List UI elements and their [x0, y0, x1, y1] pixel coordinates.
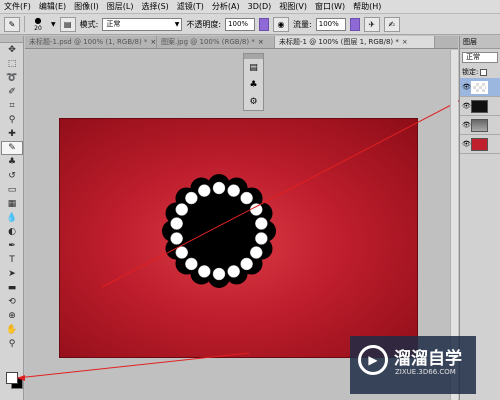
layer-row[interactable]: 👁 [460, 116, 500, 135]
eye-icon[interactable]: 👁 [462, 102, 471, 110]
brush-tool-icon[interactable]: ✎ [1, 141, 23, 155]
brush-tool-preset-icon[interactable]: ✎ [4, 16, 20, 32]
floating-panel: ▤ ♣ ⚙ [243, 53, 264, 111]
eye-icon[interactable]: 👁 [462, 121, 471, 129]
watermark-logo: ▶ 溜溜自学 ZIXUE.3D66.COM [350, 336, 476, 394]
document-tab-active[interactable]: 未标题-1 @ 100% (图层 1, RGB/8) * × [275, 36, 435, 48]
layer-thumbnail [471, 137, 488, 151]
document-tab-label: 未标题-1 @ 100% (图层 1, RGB/8) * [279, 38, 399, 46]
close-icon[interactable]: × [150, 36, 156, 48]
opacity-label: 不透明度: [186, 19, 222, 29]
close-icon[interactable]: × [258, 36, 264, 48]
menu-bar: 文件(F) 编辑(E) 图像(I) 图层(L) 选择(S) 滤镜(T) 分析(A… [0, 0, 500, 14]
divider [24, 16, 25, 32]
eye-icon[interactable]: 👁 [462, 140, 471, 148]
menu-help[interactable]: 帮助(H) [349, 0, 385, 14]
eyedropper-tool-icon[interactable]: ⚲ [1, 113, 23, 127]
lasso-tool-icon[interactable]: ➰ [1, 71, 23, 85]
lock-label: 锁定: [462, 68, 479, 76]
opacity-input[interactable]: 100% [225, 17, 256, 31]
foreground-color-swatch[interactable] [6, 372, 18, 384]
airbrush-icon[interactable]: ✈ [363, 16, 380, 32]
type-tool-icon[interactable]: T [1, 253, 23, 267]
pressure-opacity-icon[interactable]: ◉ [273, 16, 290, 32]
layer-row[interactable]: 👁 [460, 135, 500, 154]
brush-size-picker[interactable]: ● 20 [29, 15, 47, 32]
menu-analysis[interactable]: 分析(A) [208, 0, 244, 14]
hand-tool-icon[interactable]: ✋ [1, 323, 23, 337]
brush-presets-icon[interactable]: ▤ [244, 59, 263, 76]
mode-value: 正常 [106, 19, 121, 28]
opacity-slider-toggle[interactable] [259, 17, 270, 31]
play-icon: ▶ [358, 345, 388, 375]
flow-slider-toggle[interactable] [349, 17, 360, 31]
watermark-url: ZIXUE.3D66.COM [395, 368, 456, 376]
menu-window[interactable]: 窗口(W) [311, 0, 349, 14]
quick-select-tool-icon[interactable]: ✐ [1, 85, 23, 99]
document-tab-label: 未标题-1.psd @ 100% (1, RGB/8) * [29, 38, 148, 46]
clone-source-icon[interactable]: ♣ [244, 76, 263, 93]
menu-3d[interactable]: 3D(D) [244, 0, 276, 14]
history-brush-tool-icon[interactable]: ↺ [1, 169, 23, 183]
menu-select[interactable]: 选择(S) [137, 0, 172, 14]
close-icon[interactable]: × [402, 36, 408, 48]
document-tabs: 未标题-1.psd @ 100% (1, RGB/8) * × 图案.jpg @… [25, 36, 458, 49]
path-select-tool-icon[interactable]: ➤ [1, 267, 23, 281]
lock-row: 锁定: [460, 66, 500, 78]
mode-select[interactable]: 正常 ▼ [102, 17, 183, 31]
layer-thumbnail [471, 118, 488, 132]
menu-filter[interactable]: 滤镜(T) [173, 0, 208, 14]
menu-edit[interactable]: 编辑(E) [35, 0, 70, 14]
move-tool-icon[interactable]: ✥ [1, 43, 23, 57]
options-bar: ✎ ● 20 ▼ ▤ 模式: 正常 ▼ 不透明度: 100% ◉ 流量: 100… [0, 14, 500, 35]
toolbox: ✥ ⬚ ➰ ✐ ⌗ ⚲ ✚ ✎ ♣ ↺ ▭ ▦ 💧 ◐ ✒ T ➤ ▬ ⟲ ⊕ … [0, 36, 24, 400]
menu-file[interactable]: 文件(F) [0, 0, 35, 14]
layers-tab[interactable]: 图层 [460, 36, 500, 49]
menu-layer[interactable]: 图层(L) [103, 0, 138, 14]
brush-dot-icon: ● [34, 15, 42, 25]
watermark-title: 溜溜自学 [394, 349, 462, 369]
zoom-tool-icon[interactable]: ⚲ [1, 337, 23, 351]
layer-row[interactable]: 👁 [460, 97, 500, 116]
menu-view[interactable]: 视图(V) [275, 0, 311, 14]
crop-tool-icon[interactable]: ⌗ [1, 99, 23, 113]
image-canvas[interactable] [59, 118, 418, 358]
pen-tool-icon[interactable]: ✒ [1, 239, 23, 253]
clone-stamp-tool-icon[interactable]: ♣ [1, 155, 23, 169]
pressure-size-icon[interactable]: ✍ [383, 16, 400, 32]
document-tab[interactable]: 未标题-1.psd @ 100% (1, RGB/8) * × [25, 36, 157, 48]
3d-rotate-tool-icon[interactable]: ⟲ [1, 295, 23, 309]
menu-image[interactable]: 图像(I) [70, 0, 103, 14]
eye-icon[interactable]: 👁 [462, 83, 471, 91]
flow-input[interactable]: 100% [315, 17, 346, 31]
healing-tool-icon[interactable]: ✚ [1, 127, 23, 141]
blur-tool-icon[interactable]: 💧 [1, 211, 23, 225]
mode-label: 模式: [79, 19, 99, 29]
layer-thumbnail [471, 80, 488, 94]
eraser-tool-icon[interactable]: ▭ [1, 183, 23, 197]
chevron-down-icon: ▼ [174, 20, 180, 28]
dodge-tool-icon[interactable]: ◐ [1, 225, 23, 239]
marquee-tool-icon[interactable]: ⬚ [1, 57, 23, 71]
3d-orbit-tool-icon[interactable]: ⊕ [1, 309, 23, 323]
flow-label: 流量: [293, 19, 312, 29]
document-tab-label: 图案.jpg @ 100% (RGB/8) * [161, 38, 255, 46]
toolbox-grip[interactable] [0, 36, 23, 43]
lock-transparency-icon[interactable] [480, 68, 488, 76]
brush-size-value: 20 [34, 24, 42, 32]
tool-presets-icon[interactable]: ⚙ [244, 93, 263, 110]
gradient-tool-icon[interactable]: ▦ [1, 197, 23, 211]
chevron-down-icon[interactable]: ▼ [51, 21, 56, 28]
shape-tool-icon[interactable]: ▬ [1, 281, 23, 295]
document-tab[interactable]: 图案.jpg @ 100% (RGB/8) * × [157, 36, 275, 48]
layer-row[interactable]: 👁 [460, 78, 500, 97]
blend-mode-select[interactable]: 正常 [462, 52, 498, 63]
brush-panel-icon[interactable]: ▤ [59, 16, 76, 32]
layer-thumbnail [471, 99, 488, 113]
